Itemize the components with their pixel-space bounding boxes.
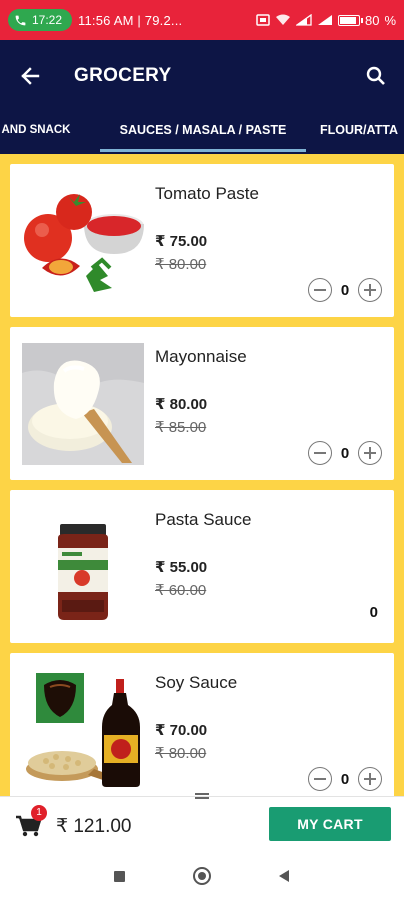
signal-icon-2 <box>317 15 332 25</box>
search-button[interactable] <box>348 40 404 112</box>
product-mrp: ₹ 85.00 <box>155 419 207 436</box>
tomato-paste-image <box>24 194 144 292</box>
category-tabs: ST AND SNACK SAUCES / MASALA / PASTE FLO… <box>0 112 404 154</box>
product-mrp: ₹ 80.00 <box>155 745 207 762</box>
signal-icon <box>295 14 312 26</box>
increment-button[interactable] <box>358 278 382 302</box>
arrow-left-icon <box>21 67 40 85</box>
status-bar: 17:22 11:56 AM | 79.2... 80% <box>0 0 404 40</box>
home-button[interactable] <box>193 867 211 885</box>
tab-sauces[interactable]: SAUCES / MASALA / PASTE <box>100 112 306 154</box>
product-name: Mayonnaise <box>155 347 247 366</box>
product-list[interactable]: Tomato Paste ₹ 75.00 ₹ 80.00 0 Mayonnais… <box>0 154 404 796</box>
product-name: Tomato Paste <box>155 184 259 203</box>
product-name: Pasta Sauce <box>155 510 252 529</box>
phone-icon <box>15 15 26 25</box>
tab-indicator <box>100 149 306 152</box>
product-card[interactable]: Mayonnaise ₹ 80.00 ₹ 85.00 0 <box>10 327 394 480</box>
quantity-value: 0 <box>340 281 350 299</box>
soy-sauce-image <box>26 673 140 787</box>
product-card[interactable]: Pasta Sauce ₹ 55.00 ₹ 60.00 0 <box>10 490 394 643</box>
quantity-value: 0 <box>340 444 350 462</box>
search-icon <box>366 66 385 85</box>
call-duration: 17:22 <box>32 13 63 27</box>
product-mrp: ₹ 80.00 <box>155 256 207 273</box>
mayonnaise-image <box>22 343 144 465</box>
product-price: ₹ 70.00 <box>155 722 208 739</box>
my-cart-button[interactable]: MY CART <box>269 807 391 841</box>
decrement-button[interactable] <box>308 767 332 791</box>
vibrate-icon <box>256 14 270 26</box>
product-price: ₹ 80.00 <box>155 396 208 413</box>
battery-icon <box>337 14 363 26</box>
cart-summary-bar: 1 ₹ 121.00 MY CART <box>0 793 404 852</box>
page-title: GROCERY <box>74 65 172 86</box>
decrement-button[interactable] <box>308 441 332 465</box>
cart-count-badge: 1 <box>31 805 47 821</box>
status-text: 11:56 AM | 79.2... <box>78 12 183 28</box>
product-name: Soy Sauce <box>155 673 238 692</box>
back-button[interactable] <box>0 40 60 112</box>
recents-button[interactable] <box>114 871 125 882</box>
increment-button[interactable] <box>358 441 382 465</box>
battery-level: 80 <box>364 12 380 28</box>
pasta-sauce-image <box>58 524 108 620</box>
tab-flour[interactable]: FLOUR/ATTA <box>320 112 398 154</box>
quantity-stepper: 0 <box>308 441 382 465</box>
product-card[interactable]: Tomato Paste ₹ 75.00 ₹ 80.00 0 <box>10 164 394 317</box>
quantity-value: 0 <box>340 770 350 788</box>
product-price: ₹ 75.00 <box>155 233 208 250</box>
quantity-stepper: 0 <box>308 278 382 302</box>
cart-total: ₹ 121.00 <box>56 816 132 837</box>
app-bar: GROCERY <box>0 40 404 112</box>
system-nav-bar <box>0 852 404 900</box>
drag-handle[interactable] <box>195 793 209 801</box>
increment-button[interactable] <box>358 767 382 791</box>
ongoing-call-pill[interactable]: 17:22 <box>8 9 73 31</box>
product-price: ₹ 55.00 <box>155 559 208 576</box>
tab-snacks[interactable]: ST AND SNACK <box>0 112 70 154</box>
tab-sauces-label: SAUCES / MASALA / PASTE <box>119 123 287 137</box>
system-back-button[interactable] <box>279 870 289 882</box>
decrement-button[interactable] <box>308 278 332 302</box>
product-mrp: ₹ 60.00 <box>155 582 207 599</box>
quantity-value: 0 <box>369 604 378 621</box>
quantity-stepper: 0 <box>308 767 382 791</box>
product-card[interactable]: Soy Sauce ₹ 70.00 ₹ 80.00 0 <box>10 653 394 796</box>
wifi-icon <box>275 14 290 25</box>
